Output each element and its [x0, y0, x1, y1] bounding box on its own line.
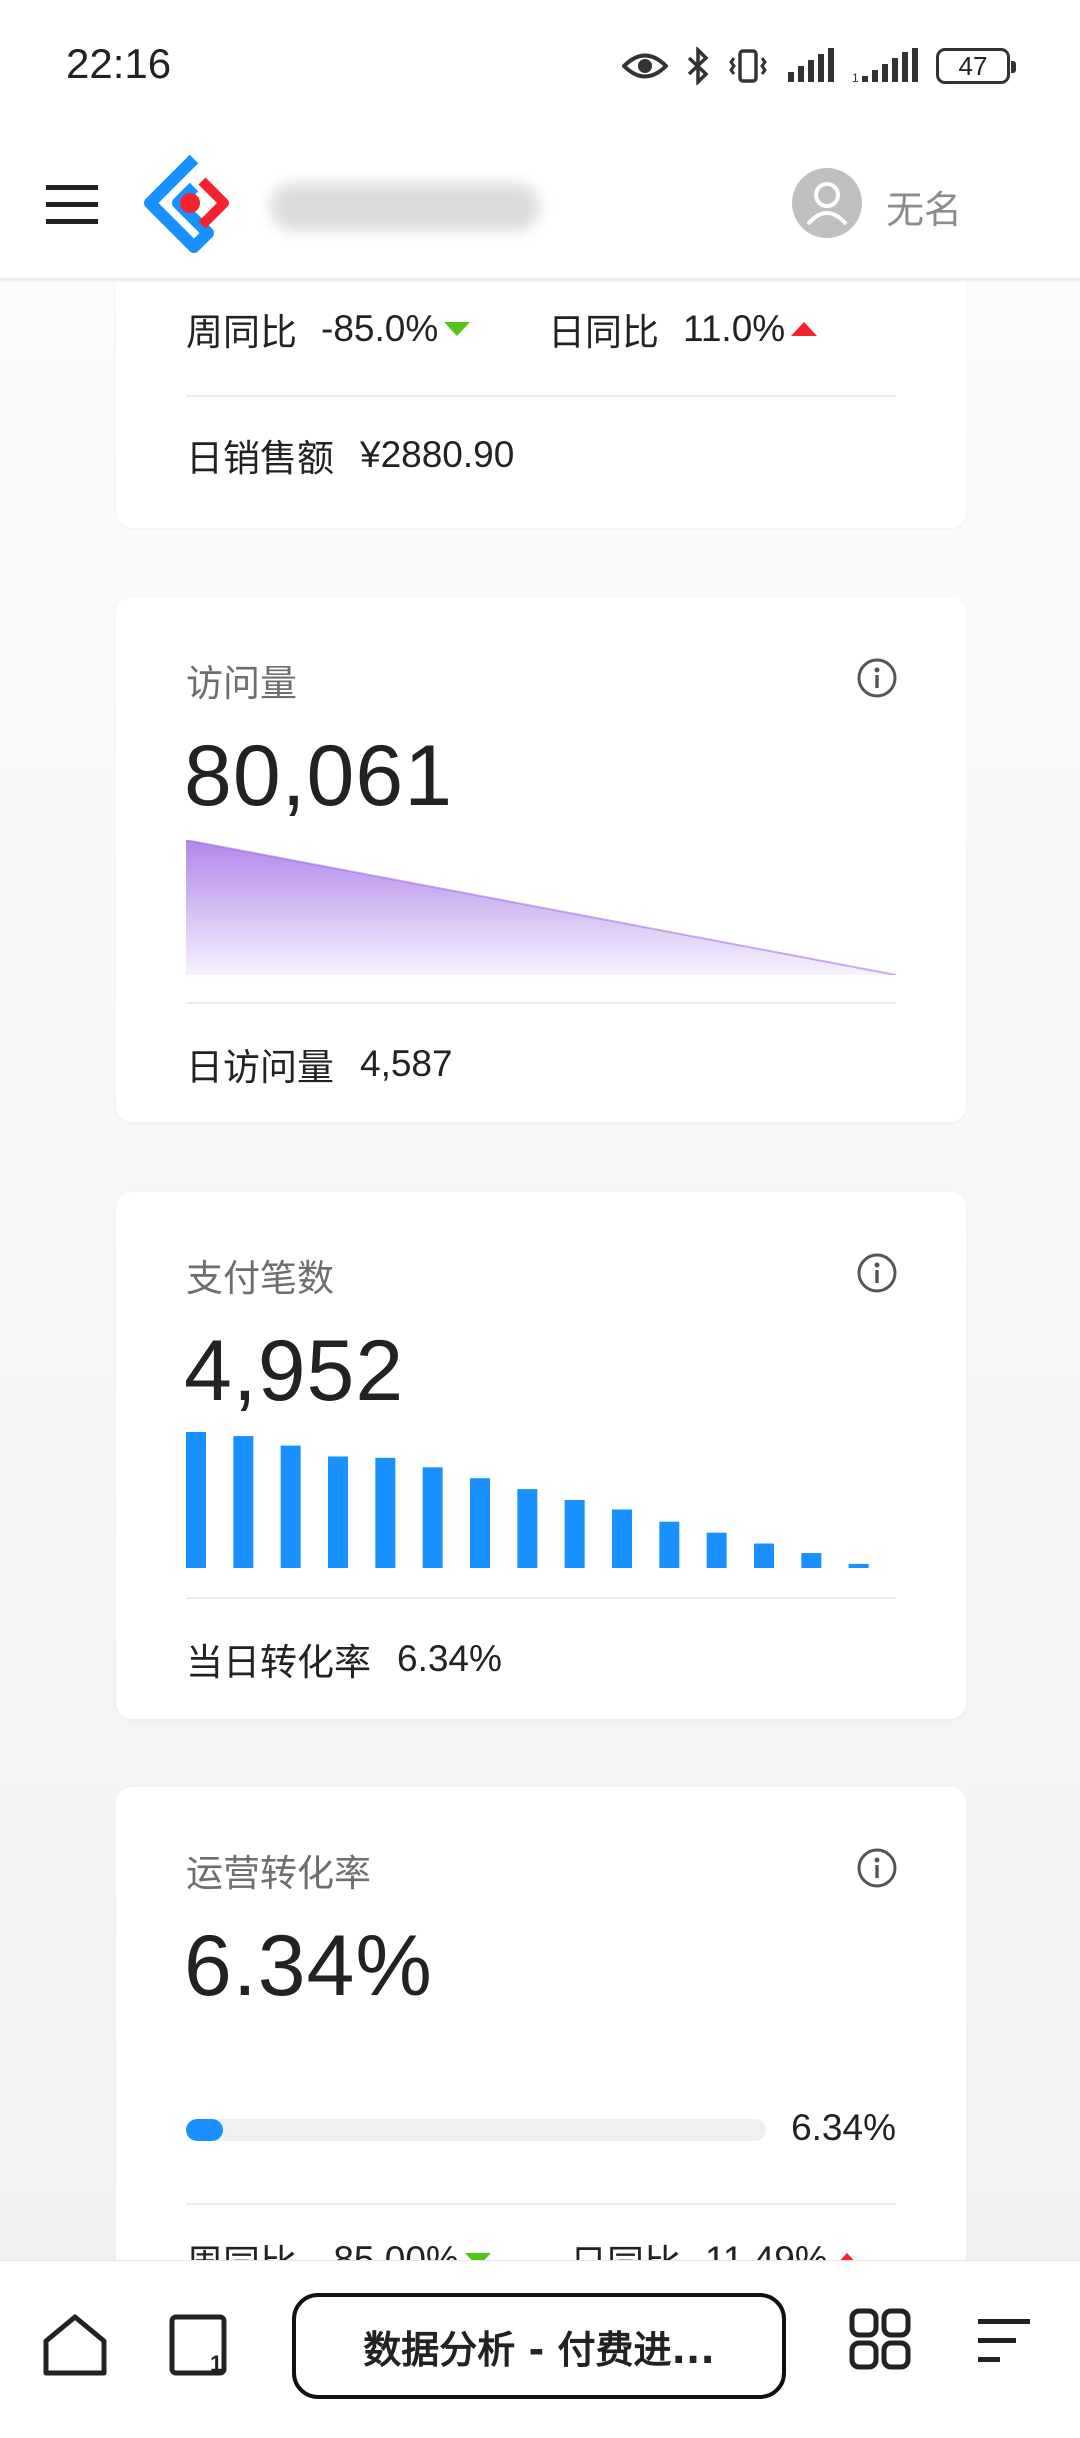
bar — [564, 1500, 585, 1568]
footer-value: 4,587 — [360, 1043, 453, 1084]
eye-icon — [622, 53, 668, 79]
day-value: 11.0% — [683, 308, 786, 349]
week-value: -85.0% — [321, 308, 439, 349]
svg-text:1: 1 — [210, 2351, 222, 2376]
payments-bar-chart — [186, 1432, 869, 1568]
day-label: 日同比 — [570, 2233, 681, 2260]
bar — [280, 1445, 301, 1568]
progress-label: 6.34% — [791, 2107, 896, 2148]
operations-card: 运营转化率 6.34% 6.34% 周同比 -85.00% 日同比 11.49% — [116, 1787, 966, 2260]
card-value: 6.34% — [184, 1918, 433, 2014]
svg-text:1: 1 — [852, 71, 859, 84]
list-icon[interactable] — [972, 2309, 1036, 2373]
payments-card: 支付笔数 4,952 当日转化率 6.34% — [116, 1192, 966, 1719]
dashboard-content[interactable]: 周同比 -85.0% 日同比 11.0% 日销售额 ¥2880.90 访问量 8… — [0, 282, 1080, 2260]
bar — [848, 1563, 869, 1568]
menu-icon[interactable] — [46, 175, 98, 235]
user-name[interactable]: 无名 — [886, 179, 962, 234]
bar — [517, 1489, 538, 1568]
tabs-icon[interactable]: 1 — [166, 2309, 236, 2379]
footer-label: 当日转化率 — [186, 1641, 371, 1684]
day-label: 日同比 — [548, 311, 659, 354]
progress-bar — [186, 2119, 766, 2141]
card-title: 运营转化率 — [186, 1852, 371, 1895]
app-header: 无名 — [0, 135, 1080, 280]
card-value: 4,952 — [184, 1323, 405, 1419]
bluetooth-icon — [687, 47, 709, 85]
caret-up-icon — [833, 2253, 860, 2260]
signal-2-icon: 1 — [852, 48, 918, 84]
card-title: 访问量 — [186, 662, 297, 705]
footer-label: 日销售额 — [186, 437, 334, 480]
home-icon[interactable] — [40, 2309, 110, 2379]
week-value: -85.00% — [321, 2239, 459, 2260]
card-title: 支付笔数 — [186, 1257, 334, 1300]
card-value: 80,061 — [184, 728, 454, 824]
brand-name-blurred — [270, 183, 540, 231]
apps-grid-icon[interactable] — [848, 2307, 912, 2371]
payments-footer: 当日转化率 6.34% — [186, 1632, 502, 1686]
logo-icon[interactable] — [142, 153, 242, 253]
footer-value: ¥2880.90 — [360, 434, 515, 475]
footer-value: 6.34% — [397, 1638, 502, 1679]
battery-indicator: 47 — [936, 48, 1016, 84]
card-divider — [186, 395, 896, 397]
bar — [375, 1457, 396, 1568]
footer-label: 日访问量 — [186, 1046, 334, 1089]
bar — [328, 1456, 348, 1568]
caret-up-icon — [791, 322, 818, 336]
status-bar: 22:16 1 47 — [0, 0, 1080, 135]
visits-footer: 日访问量 4,587 — [186, 1037, 453, 1091]
progress-fill — [186, 2119, 223, 2141]
bottom-nav: 1 数据分析 - 付费进... — [0, 2260, 1080, 2438]
day-value: 11.49% — [705, 2239, 828, 2260]
visits-card: 访问量 80,061 日访问量 4,587 — [116, 597, 966, 1122]
sales-week-trend: 周同比 -85.0% — [186, 302, 471, 356]
status-time: 22:16 — [66, 40, 172, 87]
bar — [470, 1478, 490, 1568]
sales-day-trend: 日同比 11.0% — [548, 302, 818, 356]
operations-day-trend: 日同比 11.49% — [570, 2233, 860, 2260]
bar — [233, 1436, 254, 1568]
week-label: 周同比 — [186, 2233, 297, 2260]
sales-card: 周同比 -85.0% 日同比 11.0% 日销售额 ¥2880.90 — [116, 282, 966, 528]
status-icons: 1 47 — [622, 44, 1016, 88]
info-circle-icon[interactable] — [856, 1847, 898, 1889]
bar — [801, 1553, 822, 1568]
card-divider — [186, 1002, 896, 1004]
card-divider — [186, 1597, 896, 1599]
bar — [612, 1509, 632, 1568]
sales-footer: 日销售额 ¥2880.90 — [186, 428, 514, 482]
card-divider — [186, 2203, 896, 2205]
caret-down-icon — [464, 2253, 491, 2260]
info-circle-icon[interactable] — [856, 657, 898, 699]
caret-down-icon — [444, 322, 471, 336]
bar — [422, 1467, 443, 1568]
bar — [186, 1432, 206, 1568]
signal-icon — [788, 48, 834, 82]
bar — [754, 1543, 774, 1568]
operations-week-trend: 周同比 -85.00% — [186, 2233, 491, 2260]
page-title-button[interactable]: 数据分析 - 付费进... — [292, 2293, 786, 2399]
user-avatar-icon[interactable] — [792, 168, 862, 238]
week-label: 周同比 — [186, 311, 297, 354]
bar — [706, 1532, 727, 1568]
visits-area-chart — [186, 840, 896, 975]
info-circle-icon[interactable] — [856, 1252, 898, 1294]
vibrate-icon — [729, 49, 767, 83]
bar — [659, 1521, 680, 1568]
